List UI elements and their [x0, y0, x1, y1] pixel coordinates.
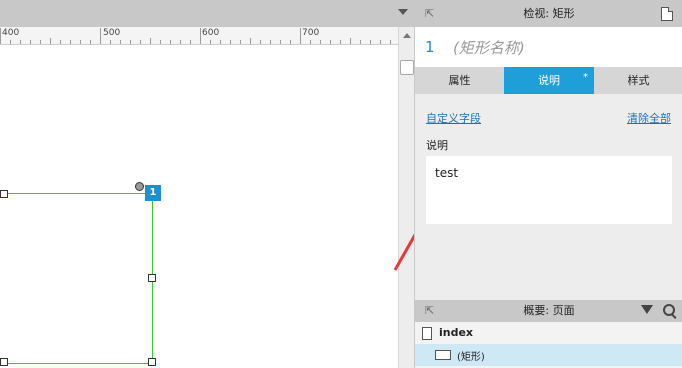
- resize-handle[interactable]: [148, 358, 156, 366]
- outline-header: ⇱ 概要: 页面: [415, 300, 682, 322]
- selected-rectangle-shape[interactable]: [3, 193, 153, 364]
- outline-item-index[interactable]: index: [415, 322, 682, 344]
- shape-number: 1: [425, 38, 435, 56]
- ruler-tick: [250, 38, 251, 44]
- rectangle-icon: [435, 350, 451, 360]
- ruler-tick: [340, 40, 341, 44]
- ruler-tick: [10, 40, 11, 44]
- ruler-tick: [190, 40, 191, 44]
- inspector-panel: ⇱ 检视: 矩形 1 (矩形名称) 属性 说明 * 样式 自定义字段 清除全部 …: [414, 0, 682, 300]
- shape-name-row[interactable]: 1 (矩形名称): [415, 27, 682, 67]
- ruler-tick: [100, 28, 101, 44]
- ruler-tick: [290, 40, 291, 44]
- tab-notes[interactable]: 说明 *: [504, 67, 594, 94]
- ruler-tick: [180, 40, 181, 44]
- ruler-tick: [220, 40, 221, 44]
- resize-handle[interactable]: [0, 358, 8, 366]
- ruler-tick: [150, 38, 151, 44]
- shape-name-input[interactable]: (矩形名称): [453, 37, 525, 58]
- dropdown-arrow-icon[interactable]: [398, 9, 408, 15]
- ruler-label: 400: [2, 28, 20, 38]
- ruler-tick: [90, 40, 91, 44]
- tab-label: 属性: [448, 74, 471, 87]
- outline-panel: ⇱ 概要: 页面 index (矩形): [414, 300, 682, 368]
- ruler-tick: [350, 38, 351, 44]
- ruler-tick: [130, 40, 131, 44]
- ruler-tick: [210, 40, 211, 44]
- ruler-tick: [240, 40, 241, 44]
- page-icon: [422, 327, 432, 340]
- ruler-tick: [200, 28, 201, 44]
- ruler-tick: [60, 40, 61, 44]
- ruler-label: 600: [202, 28, 220, 38]
- ruler-tick: [20, 40, 21, 44]
- ruler-tick: [390, 40, 391, 44]
- ruler-tick: [50, 38, 51, 44]
- ruler-tick: [160, 40, 161, 44]
- outline-item-label: index: [439, 326, 474, 339]
- notes-field-label: 说明: [426, 139, 448, 152]
- canvas-tab-bar: [0, 0, 414, 27]
- resize-handle[interactable]: [0, 190, 8, 198]
- outline-item-rectangle[interactable]: (矩形): [415, 344, 682, 366]
- ruler-label: 700: [302, 28, 320, 38]
- custom-fields-link[interactable]: 自定义字段: [426, 110, 481, 126]
- scrollbar-thumb[interactable]: [400, 60, 414, 75]
- tab-label: 样式: [627, 74, 650, 87]
- shape-note-badge[interactable]: 1: [145, 185, 161, 201]
- scroll-up-arrow-icon[interactable]: [403, 33, 411, 38]
- inspector-title: 检视: 矩形: [523, 7, 575, 20]
- ruler-tick: [370, 40, 371, 44]
- inspector-header: ⇱ 检视: 矩形: [415, 0, 682, 27]
- ruler-tick: [70, 40, 71, 44]
- filter-icon[interactable]: [641, 305, 653, 314]
- ruler-tick: [230, 40, 231, 44]
- page-icon[interactable]: [661, 7, 673, 21]
- clear-all-link[interactable]: 清除全部: [627, 110, 671, 126]
- outline-item-label: (矩形): [457, 352, 485, 363]
- ruler-tick: [380, 40, 381, 44]
- notes-value: test: [435, 166, 459, 180]
- ruler-tick: [260, 40, 261, 44]
- ruler-label: 500: [103, 28, 121, 38]
- rotate-handle[interactable]: [135, 182, 144, 191]
- ruler-tick: [330, 40, 331, 44]
- ruler-tick: [120, 40, 121, 44]
- resize-handle[interactable]: [148, 274, 156, 282]
- tab-properties[interactable]: 属性: [415, 67, 504, 94]
- ruler-tick: [30, 40, 31, 44]
- ruler-tick: [310, 40, 311, 44]
- tab-label: 说明: [538, 74, 560, 87]
- search-icon[interactable]: [663, 304, 675, 316]
- ruler-tick: [360, 40, 361, 44]
- ruler-tick: [320, 40, 321, 44]
- modified-marker: *: [583, 72, 588, 83]
- tab-style[interactable]: 样式: [594, 67, 682, 94]
- ruler-tick: [170, 40, 171, 44]
- ruler-tick: [110, 40, 111, 44]
- ruler-tick: [270, 40, 271, 44]
- ruler-tick: [80, 40, 81, 44]
- inspector-tabs: 属性 说明 * 样式: [415, 67, 682, 94]
- ruler-tick: [0, 28, 1, 44]
- horizontal-ruler: 400 500 600 700 80: [0, 27, 398, 45]
- ruler-tick: [280, 40, 281, 44]
- ruler-tick: [140, 40, 141, 44]
- ruler-tick: [300, 28, 301, 44]
- ruler-tick: [40, 40, 41, 44]
- notes-textarea[interactable]: test: [426, 156, 672, 224]
